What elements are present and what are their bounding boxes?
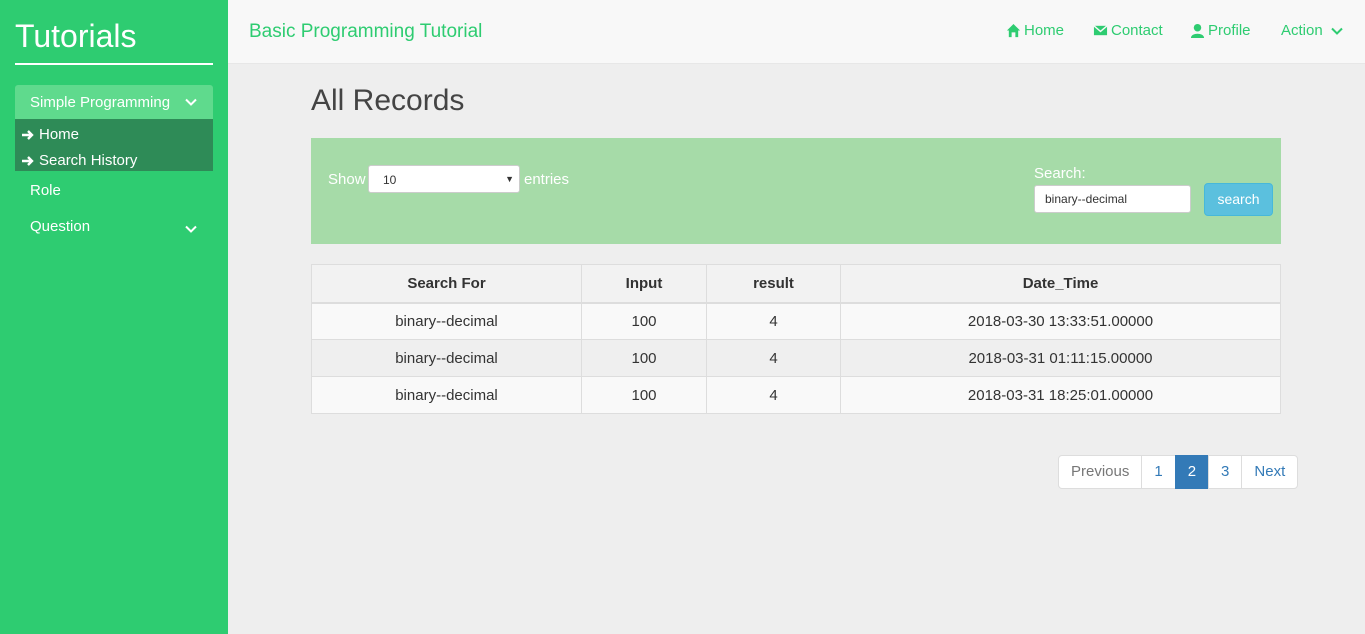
sidebar-item-simple-programming[interactable]: Simple Programming: [15, 85, 213, 119]
page-2-button[interactable]: 2: [1174, 455, 1210, 489]
cell-result: 4: [706, 339, 841, 377]
filter-panel: Show 10 ▼ entries Search: search: [311, 138, 1281, 244]
records-table: Search For Input result Date_Time binary…: [311, 264, 1281, 414]
cell-date-time: 2018-03-30 13:33:51.00000: [840, 302, 1281, 340]
chevron-down-icon: [185, 225, 197, 233]
chevron-down-icon: [1330, 27, 1343, 35]
table-row: binary--decimal 100 4 2018-03-31 01:11:1…: [311, 339, 1281, 377]
entries-select[interactable]: 10 ▼: [368, 165, 520, 193]
nav-label: Contact: [1111, 22, 1163, 39]
cell-date-time: 2018-03-31 01:11:15.00000: [840, 339, 1281, 377]
home-icon: [1006, 23, 1021, 38]
page-title: All Records: [311, 84, 465, 117]
arrow-right-icon: [22, 129, 34, 140]
table-header-row: Search For Input result Date_Time: [311, 264, 1281, 304]
cell-date-time: 2018-03-31 18:25:01.00000: [840, 376, 1281, 414]
sidebar-item-label: Search History: [39, 152, 138, 169]
cell-input: 100: [581, 302, 707, 340]
sidebar-item-question[interactable]: Question: [15, 216, 213, 238]
sidebar: Tutorials Simple Programming Home Search…: [0, 0, 228, 634]
search-button[interactable]: search: [1204, 183, 1273, 216]
top-navbar: Basic Programming Tutorial Home Contact …: [228, 0, 1365, 64]
search-label: Search:: [1034, 165, 1086, 182]
column-header-date-time[interactable]: Date_Time: [840, 264, 1281, 304]
brand-divider: [15, 63, 213, 65]
nav-home-link[interactable]: Home: [1006, 22, 1064, 39]
chevron-down-icon: [185, 98, 197, 106]
submenu: Home Search History: [15, 119, 213, 171]
nav-label: Home: [1024, 22, 1065, 39]
sidebar-item-label: Home: [39, 126, 80, 143]
sidebar-item-home[interactable]: Home: [15, 119, 213, 145]
caret-down-icon: ▼: [505, 174, 514, 184]
page-3-button[interactable]: 3: [1208, 455, 1243, 489]
column-header-result[interactable]: result: [706, 264, 841, 304]
entries-label: entries: [524, 171, 570, 188]
brand-title[interactable]: Tutorials: [15, 18, 137, 55]
previous-page-button[interactable]: Previous: [1058, 455, 1143, 489]
entries-select-value: 10: [383, 173, 397, 187]
cell-input: 100: [581, 339, 707, 377]
sidebar-item-role[interactable]: Role: [30, 182, 61, 199]
page-1-button[interactable]: 1: [1141, 455, 1176, 489]
search-input[interactable]: [1034, 185, 1191, 213]
sidebar-item-label: Question: [30, 218, 91, 235]
navbar-title[interactable]: Basic Programming Tutorial: [249, 21, 482, 43]
column-header-search-for[interactable]: Search For: [311, 264, 582, 304]
cell-search-for: binary--decimal: [311, 376, 582, 414]
nav-action-dropdown[interactable]: Action: [1281, 22, 1343, 39]
cell-search-for: binary--decimal: [311, 339, 582, 377]
nav-contact-link[interactable]: Contact: [1093, 22, 1163, 39]
pagination: Previous 1 2 3 Next: [1058, 455, 1299, 489]
nav-label: Action: [1281, 22, 1323, 39]
cell-result: 4: [706, 302, 841, 340]
column-header-input[interactable]: Input: [581, 264, 707, 304]
cell-input: 100: [581, 376, 707, 414]
sidebar-item-label: Simple Programming: [30, 94, 171, 111]
cell-search-for: binary--decimal: [311, 302, 582, 340]
table-row: binary--decimal 100 4 2018-03-30 13:33:5…: [311, 302, 1281, 340]
cell-result: 4: [706, 376, 841, 414]
envelope-icon: [1093, 25, 1108, 36]
user-icon: [1190, 23, 1205, 38]
arrow-right-icon: [22, 155, 34, 166]
table-row: binary--decimal 100 4 2018-03-31 18:25:0…: [311, 376, 1281, 414]
sidebar-item-search-history[interactable]: Search History: [15, 145, 213, 171]
nav-label: Profile: [1208, 22, 1251, 39]
show-label: Show: [328, 171, 366, 188]
next-page-button[interactable]: Next: [1241, 455, 1299, 489]
nav-profile-link[interactable]: Profile: [1190, 22, 1251, 39]
